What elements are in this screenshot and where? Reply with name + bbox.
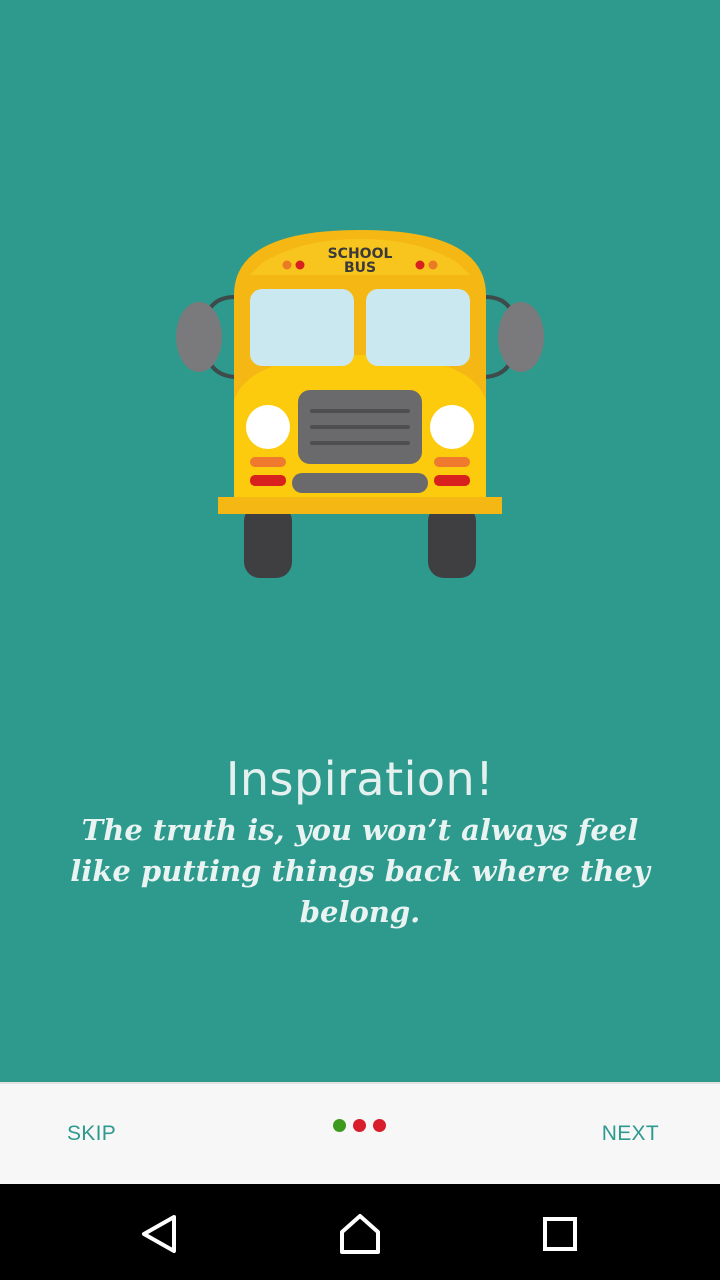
recents-square-icon[interactable] — [538, 1212, 582, 1256]
page-dot-2 — [353, 1119, 366, 1132]
svg-text:BUS: BUS — [344, 260, 376, 276]
page-dot-1 — [333, 1119, 346, 1132]
school-bus-icon: SCHOOL BUS — [176, 230, 544, 578]
home-icon[interactable] — [338, 1212, 382, 1256]
onboarding-bottom-bar: SKIP NEXT — [0, 1082, 720, 1184]
onboarding-body: The truth is, you won’t always feel like… — [70, 813, 650, 929]
next-button[interactable]: NEXT — [602, 1122, 659, 1146]
skip-button[interactable]: SKIP — [67, 1122, 116, 1146]
onboarding-screen: SCHOOL BUS Inspiration! The truth is, yo… — [0, 0, 720, 1280]
page-indicator — [333, 1119, 386, 1132]
page-dot-3 — [373, 1119, 386, 1132]
system-navigation-bar — [0, 1184, 720, 1280]
onboarding-title: Inspiration! — [225, 752, 495, 806]
back-triangle-icon[interactable] — [138, 1212, 182, 1256]
